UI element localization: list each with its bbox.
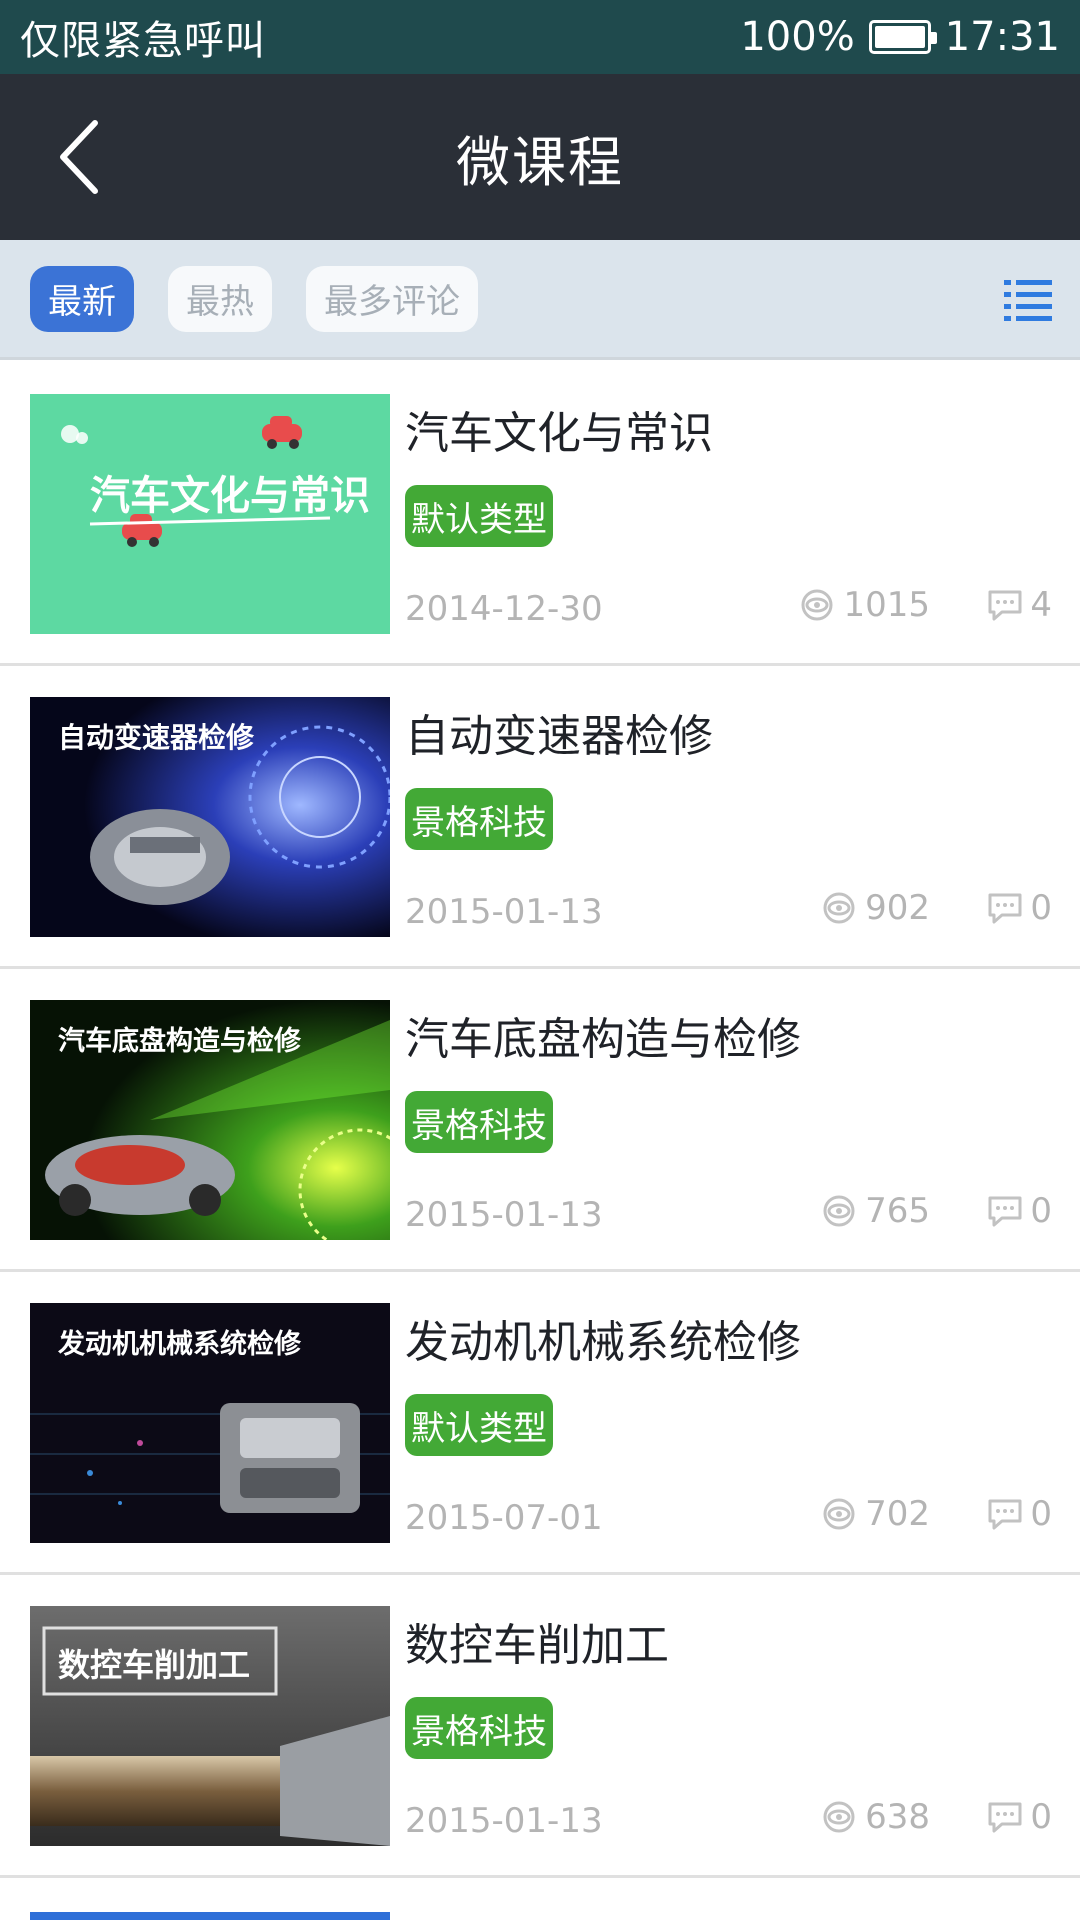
view-count: 702 bbox=[819, 1494, 930, 1534]
tab-hottest[interactable]: 最热 bbox=[168, 265, 272, 332]
clock: 17:31 bbox=[944, 14, 1060, 60]
eye-icon bbox=[823, 1801, 855, 1833]
list-item[interactable]: 汽车底盘构造与检修 汽车底盘构造与检修 景格科技 2015-01-13 765 … bbox=[0, 969, 1080, 1272]
comment-icon bbox=[988, 1802, 1022, 1833]
list-view-button[interactable] bbox=[1002, 274, 1054, 326]
view-count-value: 638 bbox=[865, 1797, 930, 1837]
comment-count: 0 bbox=[986, 1797, 1052, 1837]
tab-newest[interactable]: 最新 bbox=[30, 265, 134, 332]
course-date: 2014-12-30 bbox=[405, 589, 603, 629]
comment-icon bbox=[988, 893, 1022, 924]
comment-count: 0 bbox=[986, 1191, 1052, 1231]
comment-count-value: 0 bbox=[1030, 1797, 1052, 1837]
thumbnail-caption: 自动变速器检修 bbox=[58, 721, 255, 754]
view-count: 638 bbox=[819, 1797, 930, 1837]
comment-count-value: 0 bbox=[1030, 888, 1052, 928]
carrier-text: 仅限紧急呼叫 bbox=[20, 18, 266, 64]
category-tag: 景格科技 bbox=[405, 1697, 553, 1759]
comment-count-value: 0 bbox=[1030, 1191, 1052, 1231]
course-title: 自动变速器检修 bbox=[405, 711, 713, 762]
course-date: 2015-01-13 bbox=[405, 1801, 603, 1841]
eye-icon bbox=[823, 1498, 855, 1530]
battery-percent: 100% bbox=[740, 14, 855, 60]
category-tag: 景格科技 bbox=[405, 788, 553, 850]
eye-icon bbox=[823, 892, 855, 924]
course-thumbnail: 数控车削加工 bbox=[30, 1606, 390, 1846]
status-bar: 仅限紧急呼叫 100% 17:31 bbox=[0, 0, 1080, 74]
category-tag: 景格科技 bbox=[405, 1091, 553, 1153]
comment-count-value: 0 bbox=[1030, 1494, 1052, 1534]
view-count: 1015 bbox=[797, 585, 930, 625]
course-title: 汽车底盘构造与检修 bbox=[405, 1014, 801, 1065]
course-list: 汽车文化与常识 汽车文化与常识 默认类型 2014-12-30 1015 4 自… bbox=[0, 363, 1080, 1878]
comment-count-value: 4 bbox=[1030, 585, 1052, 625]
thumbnail-caption: 数控车削加工 bbox=[58, 1646, 250, 1684]
comment-count: 0 bbox=[986, 1494, 1052, 1534]
list-item[interactable]: 数控车削加工 数控车削加工 景格科技 2015-01-13 638 0 bbox=[0, 1575, 1080, 1878]
status-right: 100% 17:31 bbox=[740, 14, 1060, 60]
list-item[interactable]: 自动变速器检修 自动变速器检修 景格科技 2015-01-13 902 0 bbox=[0, 666, 1080, 969]
view-count: 902 bbox=[819, 888, 930, 928]
view-count: 765 bbox=[819, 1191, 930, 1231]
category-tag: 默认类型 bbox=[405, 485, 553, 547]
comment-icon bbox=[988, 1499, 1022, 1530]
course-date: 2015-01-13 bbox=[405, 892, 603, 932]
comment-icon bbox=[988, 1196, 1022, 1227]
eye-icon bbox=[823, 1195, 855, 1227]
list-icon bbox=[1004, 280, 1052, 321]
comment-icon bbox=[988, 590, 1022, 621]
view-count-value: 1015 bbox=[843, 585, 930, 625]
comment-count: 4 bbox=[986, 585, 1052, 625]
list-item[interactable]: 汽车文化与常识 汽车文化与常识 默认类型 2014-12-30 1015 4 bbox=[0, 363, 1080, 666]
view-count-value: 765 bbox=[865, 1191, 930, 1231]
back-button[interactable] bbox=[30, 107, 130, 207]
view-count-value: 702 bbox=[865, 1494, 930, 1534]
comment-count: 0 bbox=[986, 888, 1052, 928]
course-title: 发动机机械系统检修 bbox=[405, 1317, 801, 1368]
eye-icon bbox=[801, 589, 833, 621]
course-title: 数控车削加工 bbox=[405, 1620, 669, 1671]
next-item-thumbnail bbox=[30, 1912, 390, 1920]
battery-icon bbox=[868, 20, 937, 54]
course-thumbnail: 发动机机械系统检修 bbox=[30, 1303, 390, 1543]
tab-most-comments[interactable]: 最多评论 bbox=[306, 265, 478, 332]
app-header: 微课程 bbox=[0, 74, 1080, 240]
thumbnail-caption: 发动机机械系统检修 bbox=[57, 1328, 302, 1360]
course-date: 2015-07-01 bbox=[405, 1498, 603, 1538]
course-thumbnail: 汽车底盘构造与检修 bbox=[30, 1000, 390, 1240]
course-title: 汽车文化与常识 bbox=[405, 408, 713, 459]
page-title: 微课程 bbox=[456, 130, 624, 194]
course-thumbnail: 自动变速器检修 bbox=[30, 697, 390, 937]
course-thumbnail: 汽车文化与常识 bbox=[30, 394, 390, 634]
view-count-value: 902 bbox=[865, 888, 930, 928]
list-item[interactable]: 发动机机械系统检修 发动机机械系统检修 默认类型 2015-07-01 702 … bbox=[0, 1272, 1080, 1575]
filter-bar: 最新 最热 最多评论 bbox=[0, 240, 1080, 360]
thumbnail-caption: 汽车底盘构造与检修 bbox=[58, 1025, 302, 1057]
course-date: 2015-01-13 bbox=[405, 1195, 603, 1235]
thumbnail-caption: 汽车文化与常识 bbox=[90, 473, 370, 519]
category-tag: 默认类型 bbox=[405, 1394, 553, 1456]
chevron-left-icon bbox=[60, 120, 98, 194]
